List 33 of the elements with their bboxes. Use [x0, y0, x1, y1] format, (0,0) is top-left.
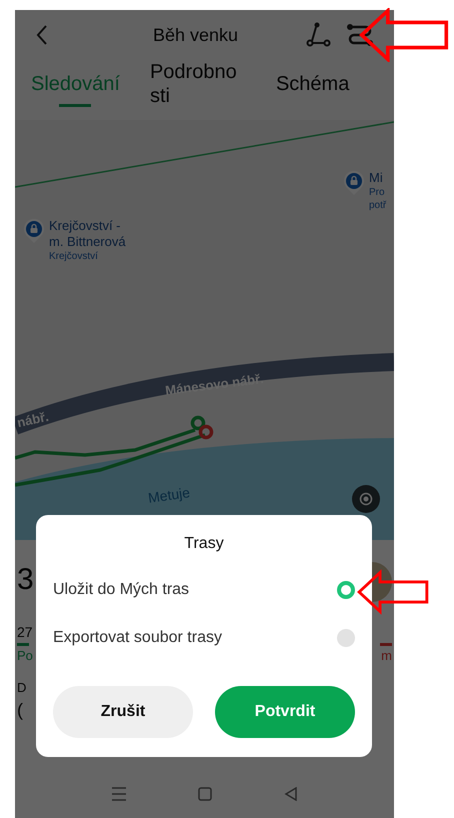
place-name: m. Bittnerová — [49, 234, 126, 250]
stat-value: 27 — [17, 623, 33, 642]
stat-value: ( — [17, 699, 23, 722]
shop-pin-icon — [343, 170, 365, 196]
place-name: Krejčovství - — [49, 218, 122, 234]
tab[interactable]: Schéma — [276, 72, 350, 96]
route-nodes-icon[interactable] — [306, 22, 332, 48]
confirm-button[interactable]: Potvrdit — [215, 686, 355, 738]
home-icon[interactable] — [198, 787, 212, 801]
radio-button[interactable] — [337, 581, 355, 599]
back-icon[interactable] — [35, 24, 49, 46]
stat-label: Po — [17, 647, 33, 665]
option-row[interactable]: Exportovat soubor trasy — [53, 626, 355, 650]
tab[interactable]: Podrobnosti — [150, 60, 246, 108]
street-label: nábř. — [15, 408, 50, 432]
target-icon — [358, 491, 374, 507]
stat-label: D — [17, 678, 26, 696]
back-icon[interactable] — [284, 787, 298, 801]
radio-button[interactable] — [337, 629, 355, 647]
shop-pin-icon — [23, 218, 45, 244]
place-category: Krejčovství — [49, 250, 99, 263]
stat-value: 3 — [17, 562, 34, 598]
place-name: Mi — [369, 170, 384, 186]
street-label: Mánesovo nábř. — [164, 370, 265, 400]
stat-label: m — [381, 647, 392, 665]
tab[interactable]: Sledování — [31, 72, 120, 107]
menu-icon[interactable] — [110, 787, 127, 801]
screen-title: Běh venku — [153, 24, 238, 46]
option-row[interactable]: Uložit do Mých tras — [53, 578, 355, 602]
cancel-button[interactable]: Zrušit — [53, 686, 193, 738]
place-category: Pro — [369, 186, 386, 199]
route-switch-icon[interactable] — [346, 23, 374, 47]
place-category: potř — [369, 199, 386, 212]
